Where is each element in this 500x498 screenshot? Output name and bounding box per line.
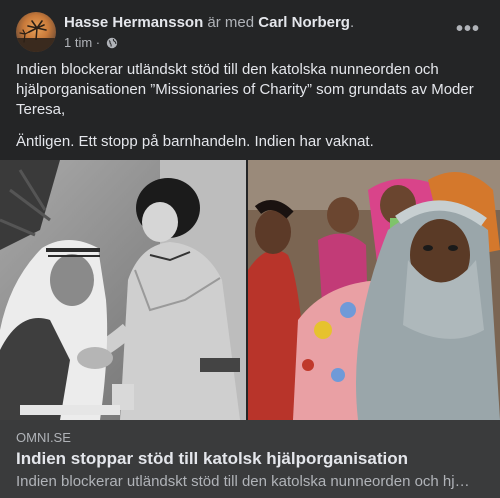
period: .	[349, 14, 355, 31]
link-domain: OMNI.SE	[16, 430, 71, 445]
author-name[interactable]: Hasse Hermansson	[64, 14, 203, 31]
with-text: är med	[207, 14, 255, 31]
link-preview-card[interactable]: OMNI.SE Indien stoppar stöd till katolsk…	[0, 420, 500, 498]
avatar[interactable]	[16, 12, 56, 52]
more-options-icon[interactable]: •••	[452, 19, 484, 44]
post-time[interactable]: 1 tim	[64, 35, 92, 50]
globe-icon[interactable]	[106, 37, 118, 53]
post-meta: 1 tim ·	[64, 35, 118, 53]
link-title[interactable]: Indien stoppar stöd till katolsk hjälpor…	[16, 448, 486, 470]
post-header: Hasse Hermansson är med Carl Norberg. 1 …	[16, 12, 484, 52]
post-paragraph: Indien blockerar utländskt stöd till den…	[16, 61, 474, 118]
author-line: Hasse Hermansson är med Carl Norberg.	[64, 14, 354, 32]
tagged-name[interactable]: Carl Norberg	[258, 14, 350, 31]
black-white-photo	[0, 160, 246, 420]
facebook-post: Hasse Hermansson är med Carl Norberg. 1 …	[0, 0, 500, 498]
post-text: Indien blockerar utländskt stöd till den…	[16, 60, 486, 164]
link-description: Indien blockerar utländskt stöd till den…	[16, 473, 472, 490]
meta-separator: ·	[95, 35, 101, 50]
link-preview-image[interactable]	[0, 160, 500, 420]
post-paragraph: Äntligen. Ett stopp på barnhandeln. Indi…	[16, 133, 374, 150]
color-photo	[248, 160, 500, 420]
